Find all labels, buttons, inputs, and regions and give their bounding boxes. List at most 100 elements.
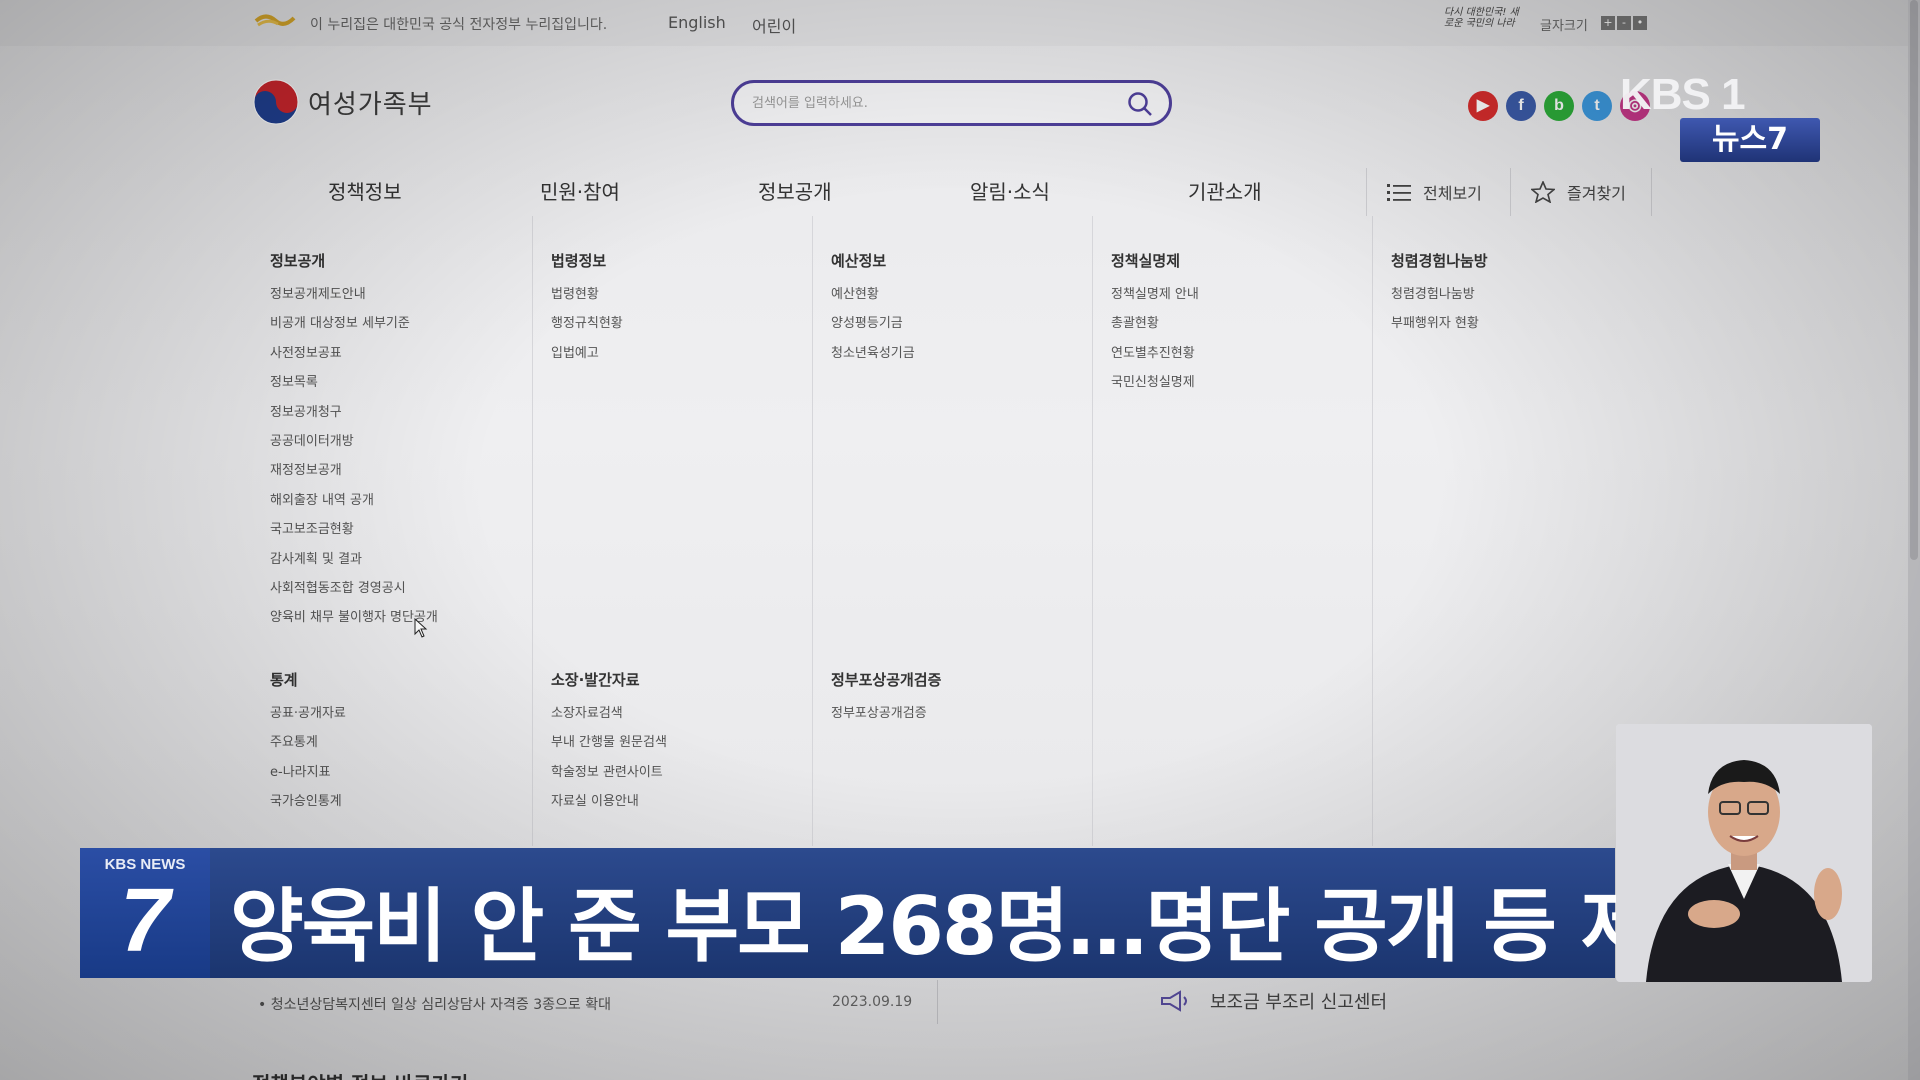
twitter-icon[interactable]: t	[1582, 91, 1612, 121]
menu-column: 예산정보 예산현황 양성평등기금 청소년육성기금 정부포상공개검증 정부포상공개…	[812, 216, 1092, 846]
menu-link[interactable]: 연도별추진현황	[1111, 346, 1199, 375]
nav-policy-info[interactable]: 정책정보	[328, 176, 402, 205]
caption-headline: 양육비 안 준 부모 268명…명단 공개 등 제재	[230, 880, 1726, 973]
favorites-label: 즐겨찾기	[1567, 184, 1626, 203]
menu-link[interactable]: 예산현황	[831, 287, 915, 316]
ministry-name: 여성가족부	[308, 89, 433, 120]
menu-link[interactable]: 자료실 이용안내	[551, 794, 667, 823]
font-size-increase-button[interactable]: +	[1601, 16, 1615, 30]
menu-group-statistics: 통계 공표·공개자료 주요통계 e-나라지표 국가승인통계	[270, 669, 346, 824]
menu-link-child-support-defaulters[interactable]: 양육비 채무 불이행자 명단공개	[270, 610, 438, 639]
notice-item[interactable]: • 청소년상담복지센터 일상 심리상담사 자격증 3종으로 확대	[258, 994, 611, 1014]
font-size-reset-button[interactable]: •	[1633, 16, 1647, 30]
search-input[interactable]	[752, 91, 1112, 115]
menu-link[interactable]: 국민신청실명제	[1111, 375, 1199, 404]
menu-group-info-disclosure: 정보공개 정보공개제도안내 비공개 대상정보 세부기준 사전정보공표 정보목록 …	[270, 250, 438, 640]
menu-link[interactable]: 감사계획 및 결과	[270, 552, 438, 581]
gov-emblem-icon	[254, 14, 296, 27]
menu-link[interactable]: 사전정보공표	[270, 346, 438, 375]
menu-heading[interactable]: 예산정보	[831, 250, 915, 271]
menu-link[interactable]: 청소년육성기금	[831, 346, 915, 375]
youtube-icon[interactable]: ▶	[1468, 91, 1498, 121]
menu-heading[interactable]: 통계	[270, 669, 346, 690]
favorites-button[interactable]: 즐겨찾기	[1510, 168, 1652, 216]
ministry-logo[interactable]: 여성가족부	[252, 78, 433, 126]
menu-link[interactable]: 공표·공개자료	[270, 706, 346, 735]
scrollbar[interactable]	[1908, 0, 1920, 1080]
blog-icon[interactable]: b	[1544, 91, 1574, 121]
mega-menu: 정보공개 정보공개제도안내 비공개 대상정보 세부기준 사전정보공표 정보목록 …	[252, 216, 1652, 846]
taegeuk-logo-icon	[253, 79, 299, 125]
search-icon[interactable]	[1127, 91, 1153, 117]
menu-link[interactable]: 학술정보 관련사이트	[551, 765, 667, 794]
menu-link[interactable]: 정책실명제 안내	[1111, 287, 1199, 316]
mouse-cursor-icon	[414, 618, 428, 638]
utility-bar: 이 누리집은 대한민국 공식 전자정부 누리집입니다. English 어린이 …	[0, 0, 1920, 46]
view-all-label: 전체보기	[1423, 184, 1482, 203]
menu-column: 정책실명제 정책실명제 안내 총괄현황 연도별추진현황 국민신청실명제	[1092, 216, 1372, 846]
menu-link[interactable]: 부내 간행물 원문검색	[551, 735, 667, 764]
menu-heading[interactable]: 청렴경험나눔방	[1391, 250, 1488, 271]
interpreter-figure-icon	[1616, 724, 1872, 982]
facebook-icon[interactable]: f	[1506, 91, 1536, 121]
megaphone-icon	[1161, 990, 1187, 1012]
menu-heading[interactable]: 법령정보	[551, 250, 623, 271]
nav-civil-participation[interactable]: 민원·참여	[540, 176, 620, 205]
menu-link[interactable]: 법령현황	[551, 287, 623, 316]
menu-link[interactable]: 공공데이터개방	[270, 434, 438, 463]
menu-link[interactable]: e-나라지표	[270, 765, 346, 794]
menu-heading[interactable]: 정책실명제	[1111, 250, 1199, 271]
news-caption-bar: KBS NEWS 7 양육비 안 준 부모 268명…명단 공개 등 제재	[80, 848, 1726, 978]
gov-notice-text: 이 누리집은 대한민국 공식 전자정부 누리집입니다.	[310, 17, 608, 33]
menu-group-legal-info: 법령정보 법령현황 행정규칙현황 입법예고	[551, 250, 623, 375]
english-link[interactable]: English	[668, 13, 726, 32]
notice-date: 2023.09.19	[832, 994, 913, 1010]
menu-link[interactable]: 소장자료검색	[551, 706, 667, 735]
nav-info-disclosure[interactable]: 정보공개	[758, 176, 832, 205]
kbs-channel-logo: KBS 1	[1620, 70, 1746, 119]
divider	[937, 980, 938, 1024]
view-all-button[interactable]: 전체보기	[1366, 168, 1510, 216]
menu-group-policy-real-name: 정책실명제 정책실명제 안내 총괄현황 연도별추진현황 국민신청실명제	[1111, 250, 1199, 405]
menu-link[interactable]: 정보공개제도안내	[270, 287, 438, 316]
subsidy-report-center-link[interactable]: 보조금 부조리 신고센터	[1158, 988, 1387, 1014]
menu-link[interactable]: 부패행위자 현황	[1391, 316, 1488, 345]
menu-link[interactable]: 사회적협동조합 경영공시	[270, 581, 438, 610]
sign-language-interpreter	[1616, 724, 1872, 982]
slogan-logo: 다시 대한민국! 새로운 국민의 나라	[1444, 7, 1519, 29]
menu-link[interactable]: 해외출장 내역 공개	[270, 493, 438, 522]
menu-link[interactable]: 비공개 대상정보 세부기준	[270, 316, 438, 345]
menu-link[interactable]: 정보목록	[270, 375, 438, 404]
news7-badge: 뉴스7	[1680, 118, 1820, 162]
nav-about[interactable]: 기관소개	[1188, 176, 1262, 205]
menu-link[interactable]: 정보공개청구	[270, 405, 438, 434]
menu-group-integrity: 청렴경험나눔방 청렴경험나눔방 부패행위자 현황	[1391, 250, 1488, 346]
caption-program-tag: KBS NEWS 7	[80, 848, 210, 978]
caption-tag-number: 7	[119, 871, 171, 971]
font-size-decrease-button[interactable]: -	[1617, 16, 1631, 30]
menu-group-publications: 소장·발간자료 소장자료검색 부내 간행물 원문검색 학술정보 관련사이트 자료…	[551, 669, 667, 824]
menu-link[interactable]: 양성평등기금	[831, 316, 915, 345]
kids-link[interactable]: 어린이	[752, 13, 796, 37]
menu-link[interactable]: 재정정보공개	[270, 463, 438, 492]
menu-link[interactable]: 국가승인통계	[270, 794, 346, 823]
menu-link[interactable]: 입법예고	[551, 346, 623, 375]
menu-link[interactable]: 주요통계	[270, 735, 346, 764]
menu-link[interactable]: 총괄현황	[1111, 316, 1199, 345]
menu-heading[interactable]: 정부포상공개검증	[831, 669, 941, 690]
font-size-label: 글자크기	[1540, 19, 1588, 34]
menu-link[interactable]: 정부포상공개검증	[831, 706, 941, 735]
menu-link[interactable]: 국고보조금현황	[270, 522, 438, 551]
menu-heading[interactable]: 소장·발간자료	[551, 669, 667, 690]
menu-column: 정보공개 정보공개제도안내 비공개 대상정보 세부기준 사전정보공표 정보목록 …	[252, 216, 532, 846]
menu-group-budget: 예산정보 예산현황 양성평등기금 청소년육성기금	[831, 250, 915, 375]
nav-news[interactable]: 알림·소식	[970, 176, 1050, 205]
report-center-label: 보조금 부조리 신고센터	[1210, 992, 1388, 1013]
menu-link[interactable]: 행정규칙현황	[551, 316, 623, 345]
menu-heading[interactable]: 정보공개	[270, 250, 438, 271]
star-icon	[1531, 181, 1555, 203]
section-title: 정책분야별 정보 바로가기	[252, 1068, 468, 1080]
scrollbar-thumb[interactable]	[1910, 0, 1918, 560]
menu-column: 법령정보 법령현황 행정규칙현황 입법예고 소장·발간자료 소장자료검색 부내 …	[532, 216, 812, 846]
menu-link[interactable]: 청렴경험나눔방	[1391, 287, 1488, 316]
